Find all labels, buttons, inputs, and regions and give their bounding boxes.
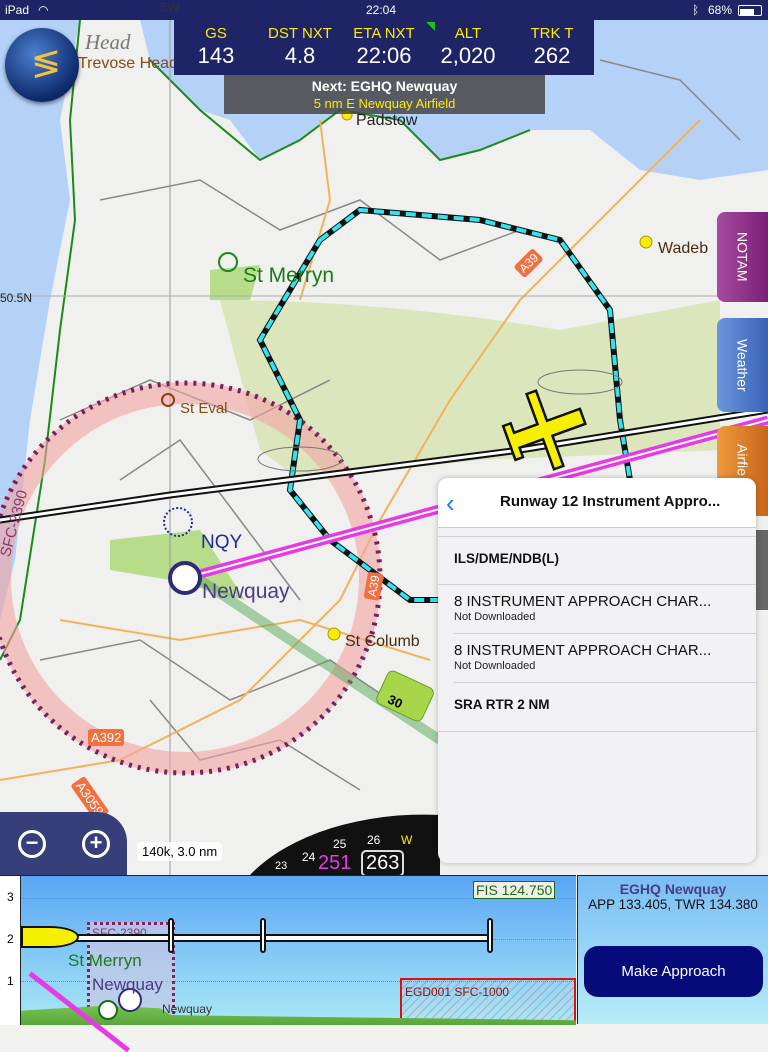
device-label: iPad	[5, 3, 30, 17]
instrument-value: 2,020	[440, 43, 496, 68]
y-tick: 2	[7, 932, 14, 946]
popover-title: Runway 12 Instrument Appro...	[500, 493, 721, 510]
instrument-label: GS	[205, 25, 227, 42]
list-item-title: SRA RTR 2 NM	[454, 697, 550, 712]
battery-percent: 68%	[708, 3, 733, 17]
y-tick: 3	[7, 890, 14, 904]
vertical-profile[interactable]: 3 2 1 SFC-2390 EGD001 SFC-1000 St Merryn…	[0, 875, 576, 1052]
instrument-label: TRK T	[530, 25, 574, 42]
y-tick: 1	[7, 974, 14, 988]
list-item-subtitle: Not Downloaded	[454, 611, 536, 623]
battery-icon	[738, 5, 762, 16]
fis-frequency[interactable]: FIS 124.750	[473, 881, 556, 899]
flag-icon	[426, 22, 435, 31]
bluetooth-icon: ᛒ	[692, 3, 700, 17]
make-approach-button[interactable]: Make Approach	[584, 946, 763, 997]
list-item[interactable]: 8 INSTRUMENT APPROACH CHAR... Not Downloa…	[454, 585, 756, 634]
zoom-control: − +	[0, 812, 127, 875]
list-item[interactable]: SRA RTR 2 NM	[438, 683, 756, 732]
newquay-airfield-icon	[168, 561, 202, 595]
profile-label: St Merryn	[68, 951, 142, 970]
profile-label: Newquay	[92, 975, 163, 994]
airfield-marker	[98, 1000, 118, 1020]
status-bar: iPad ◠ 22:04 ᛒ 68%	[0, 0, 768, 20]
instrument-value: 22:06	[356, 43, 412, 68]
app-logo-button[interactable]: ≶	[5, 28, 79, 102]
approach-charts-popover: ‹ Runway 12 Instrument Appro... ILS/DME/…	[438, 478, 756, 863]
tab-label: Weather	[734, 338, 751, 392]
destination-frequencies: APP 133.405, TWR 134.380	[588, 897, 758, 912]
profile-label: Newquay	[162, 1002, 213, 1016]
tab-label: NOTAM	[734, 232, 751, 282]
back-chevron-icon[interactable]: ‹	[446, 488, 455, 519]
scale-bar: 140k, 3.0 nm	[137, 842, 223, 861]
next-waypoint-subtitle: 5 nm E Newquay Airfield	[313, 96, 456, 111]
waypoint-tick	[487, 918, 493, 953]
aircraft-icon	[21, 926, 79, 948]
instrument-dst-nxt: DST NXT 4.8	[258, 20, 342, 75]
tab-notam[interactable]: NOTAM	[717, 212, 768, 302]
instrument-alt: ALT 2,020	[426, 20, 510, 75]
instrument-value: 143	[197, 43, 235, 68]
wings-icon: ≶	[31, 42, 62, 83]
tab-label: Airfie	[734, 444, 751, 476]
instrument-label: ALT	[454, 25, 482, 42]
instrument-label: DST NXT	[268, 25, 332, 42]
instrument-panel[interactable]: GS 143 DST NXT 4.8 ETA NXT 22:06 ALT 2,020 T…	[174, 20, 594, 75]
instrument-value: 262	[533, 43, 571, 68]
popover-header: ‹ Runway 12 Instrument Appro...	[438, 478, 756, 528]
instrument-trk: TRK T 262	[510, 20, 594, 75]
waypoint-tick	[168, 918, 174, 953]
list-item[interactable]: 8 INSTRUMENT APPROACH CHAR... Not Downloa…	[454, 634, 756, 683]
next-waypoint-banner[interactable]: Next: EGHQ Newquay 5 nm E Newquay Airfie…	[224, 75, 545, 114]
instrument-eta-nxt: ETA NXT 22:06	[342, 20, 426, 75]
instrument-label: ETA NXT	[353, 25, 415, 42]
destination-name: EGHQ Newquay	[619, 881, 727, 897]
danger-area-label: EGD001 SFC-1000	[405, 985, 510, 999]
list-item-title: ILS/DME/NDB(L)	[454, 551, 559, 566]
tab-weather[interactable]: Weather	[717, 318, 768, 412]
destination-panel: EGHQ Newquay APP 133.405, TWR 134.380 Ma…	[577, 875, 768, 1024]
clock: 22:04	[366, 3, 397, 17]
list-item-title: 8 INSTRUMENT APPROACH CHAR...	[454, 593, 712, 610]
waypoint-tick	[260, 918, 266, 953]
next-waypoint-title: Next: EGHQ Newquay	[311, 78, 458, 94]
wifi-icon: ◠	[38, 3, 49, 17]
zoom-in-button[interactable]: +	[82, 830, 110, 858]
list-item-subtitle: Not Downloaded	[454, 660, 536, 672]
instrument-gs: GS 143	[174, 20, 258, 75]
instrument-value: 4.8	[284, 43, 316, 68]
zoom-out-button[interactable]: −	[18, 830, 46, 858]
list-item[interactable]: ILS/DME/NDB(L)	[438, 536, 756, 585]
list-item-title: 8 INSTRUMENT APPROACH CHAR...	[454, 642, 712, 659]
